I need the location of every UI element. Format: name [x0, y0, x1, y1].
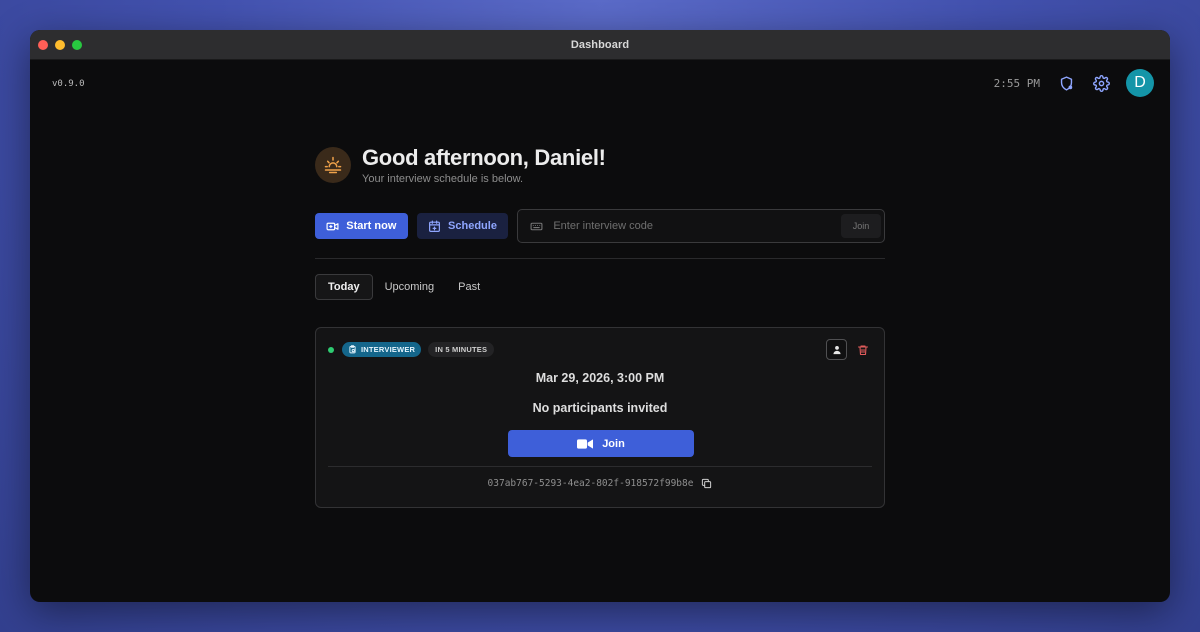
interview-id: 037ab767-5293-4ea2-802f-918572f99b8e [487, 478, 694, 489]
tab-past[interactable]: Past [446, 274, 492, 300]
title-bar: Dashboard [30, 30, 1170, 60]
gear-icon [1092, 74, 1110, 92]
greeting-subtitle: Your interview schedule is below. [362, 173, 524, 185]
card-tools [826, 339, 870, 360]
copy-id-button[interactable] [701, 478, 712, 489]
version-label: v0.9.0 [52, 79, 85, 89]
shield-status-button[interactable] [1056, 73, 1076, 93]
participants-status: No participants invited [532, 401, 668, 415]
tab-upcoming[interactable]: Upcoming [373, 274, 447, 300]
interview-id-row: 037ab767-5293-4ea2-802f-918572f99b8e [316, 478, 884, 489]
minimize-window-button[interactable] [55, 40, 65, 50]
trash-icon [857, 344, 869, 355]
window-controls [38, 40, 82, 50]
person-icon [832, 345, 841, 354]
copy-icon [702, 478, 712, 489]
maximize-window-button[interactable] [72, 40, 82, 50]
time-badge: IN 5 MINUTES [428, 342, 495, 357]
status-dot [328, 346, 334, 353]
close-window-button[interactable] [38, 40, 48, 50]
role-badge-label: INTERVIEWER [361, 345, 416, 354]
user-avatar[interactable]: D [1126, 69, 1154, 97]
clock: 2:55 PM [993, 76, 1040, 90]
greeting-text: Good afternoon, Daniel! Your interview s… [362, 145, 606, 185]
actions-row: Start now Schedule Join [315, 209, 885, 243]
sunset-icon-badge [315, 147, 351, 183]
top-right-toolbar: 2:55 PM D [994, 69, 1154, 97]
join-interview-button[interactable]: Join [508, 430, 694, 457]
interview-code-input[interactable] [553, 220, 841, 232]
role-badge: INTERVIEWER [342, 342, 422, 357]
interview-card-header: INTERVIEWER IN 5 MINUTES [328, 342, 495, 357]
video-camera-icon [577, 438, 594, 449]
window-title: Dashboard [570, 38, 630, 51]
app-window: Dashboard v0.9.0 2:55 PM D Good afternoo… [30, 30, 1170, 602]
schedule-label: Schedule [448, 220, 497, 232]
start-now-button[interactable]: Start now [315, 213, 408, 239]
clipboard-icon [349, 345, 356, 354]
section-divider [315, 258, 885, 259]
participants-button[interactable] [826, 339, 847, 360]
interview-card: INTERVIEWER IN 5 MINUTES Mar 29, 2026, 3… [315, 327, 885, 508]
settings-button[interactable] [1091, 73, 1111, 93]
calendar-plus-icon [429, 219, 441, 232]
schedule-button[interactable]: Schedule [416, 213, 509, 239]
delete-button[interactable] [856, 343, 870, 357]
greeting-section: Good afternoon, Daniel! Your interview s… [315, 145, 885, 185]
sunset-icon [324, 156, 342, 174]
main-content: Good afternoon, Daniel! Your interview s… [315, 145, 885, 508]
join-interview-label: Join [602, 437, 625, 450]
card-divider [328, 466, 872, 467]
schedule-tabs: Today Upcoming Past [315, 274, 885, 300]
interview-datetime: Mar 29, 2026, 3:00 PM [535, 371, 665, 385]
greeting-title: Good afternoon, Daniel! [362, 145, 606, 170]
video-icon [326, 222, 339, 230]
interview-code-field: Join [517, 209, 885, 243]
join-code-button[interactable]: Join [841, 214, 881, 238]
tab-today[interactable]: Today [315, 274, 373, 300]
keyboard-icon [530, 222, 543, 230]
shield-icon [1060, 75, 1072, 91]
start-now-label: Start now [346, 220, 397, 232]
